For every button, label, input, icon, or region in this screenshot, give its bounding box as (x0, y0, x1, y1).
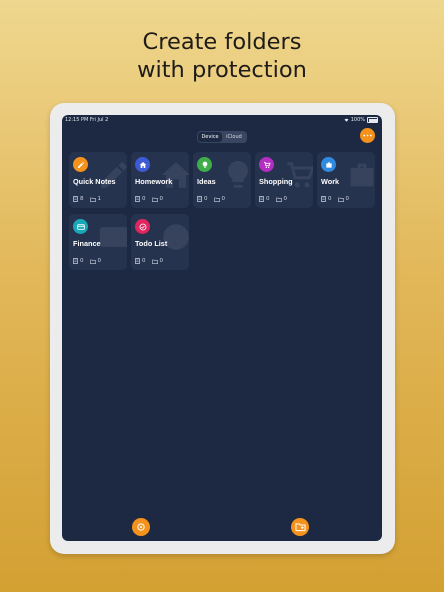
subfolder-count-icon (89, 259, 96, 264)
headline: Create folders with protection (0, 28, 444, 84)
status-right: 100% (344, 117, 378, 123)
subfolder-count: 0 (345, 196, 350, 202)
credit-card-watermark-icon (99, 227, 127, 247)
storage-segmented-control: Device iCloud (197, 131, 247, 143)
note-count-icon (321, 196, 326, 202)
segment-icloud[interactable]: iCloud (222, 132, 246, 142)
folder-counts: 0 0 (321, 196, 349, 202)
note-count-icon (135, 196, 140, 202)
note-count: 0 (142, 258, 146, 264)
lightbulb-watermark-icon (228, 160, 248, 188)
note-count-icon (197, 196, 202, 202)
headline-line-2: with protection (137, 57, 307, 83)
home-icon (135, 157, 150, 172)
subfolder-count: 0 (159, 196, 164, 202)
folder-title: Homework (135, 177, 173, 186)
subfolder-count-icon (337, 197, 344, 202)
subfolder-count-icon (151, 197, 158, 202)
tablet-frame: 12:15 PM Fri Jul 2 100% Device iCloud Qu… (50, 103, 395, 554)
note-count-icon (259, 196, 264, 202)
subfolder-count-icon (89, 197, 96, 202)
note-count: 0 (204, 196, 208, 202)
note-count: 0 (80, 258, 84, 264)
folder-card-work[interactable]: Work 0 0 (317, 152, 375, 208)
check-circle-watermark-icon (163, 224, 189, 250)
check-circle-icon (135, 219, 150, 234)
pencil-watermark-icon (101, 162, 127, 188)
segment-device[interactable]: Device (198, 132, 222, 142)
note-count: 0 (266, 196, 270, 202)
gear-icon (137, 523, 145, 531)
subfolder-count: 0 (283, 196, 288, 202)
battery-icon (367, 117, 378, 123)
battery-percent: 100% (350, 117, 365, 123)
credit-card-icon (73, 219, 88, 234)
folder-counts: 0 0 (259, 196, 287, 202)
cart-icon (259, 157, 274, 172)
folder-counts: 0 0 (135, 258, 163, 264)
subfolder-count-icon (151, 259, 158, 264)
folder-title: Finance (73, 239, 101, 248)
note-count-icon (73, 258, 78, 264)
subfolder-count: 0 (97, 258, 102, 264)
folder-title: Work (321, 177, 340, 186)
subfolder-count-icon (213, 197, 220, 202)
folder-counts: 0 0 (73, 258, 101, 264)
lightbulb-icon (197, 157, 212, 172)
note-count-icon (73, 196, 78, 202)
note-count: 0 (142, 196, 146, 202)
more-options-button[interactable] (360, 128, 375, 143)
ellipsis-icon (363, 134, 372, 137)
folder-title: Todo List (135, 239, 168, 248)
folder-counts: 0 0 (197, 196, 225, 202)
home-watermark-icon (161, 162, 189, 188)
folder-card-ideas[interactable]: Ideas 0 0 (193, 152, 251, 208)
note-count: 0 (328, 196, 332, 202)
note-count-icon (135, 258, 140, 264)
folder-counts: 0 0 (135, 196, 163, 202)
folder-counts: 8 1 (73, 196, 101, 202)
subfolder-count: 0 (221, 196, 226, 202)
cart-watermark-icon (287, 162, 313, 188)
settings-button[interactable] (132, 518, 150, 536)
folder-title: Quick Notes (73, 177, 116, 186)
folder-card-homework[interactable]: Homework 0 0 (131, 152, 189, 208)
app-screen: 12:15 PM Fri Jul 2 100% Device iCloud Qu… (62, 115, 382, 541)
status-time-date: 12:15 PM Fri Jul 2 (65, 117, 109, 123)
folder-title: Shopping (259, 177, 293, 186)
new-folder-button[interactable] (291, 518, 309, 536)
folder-card-finance[interactable]: Finance 0 0 (69, 214, 127, 270)
briefcase-watermark-icon (350, 163, 374, 187)
wifi-icon (344, 118, 349, 122)
status-bar: 12:15 PM Fri Jul 2 100% (62, 115, 382, 125)
briefcase-icon (321, 157, 336, 172)
subfolder-count-icon (275, 197, 282, 202)
folder-card-quick-notes[interactable]: Quick Notes 8 1 (69, 152, 127, 208)
headline-line-1: Create folders (142, 29, 302, 55)
subfolder-count: 1 (97, 196, 102, 202)
subfolder-count: 0 (159, 258, 164, 264)
note-count: 8 (80, 196, 84, 202)
folder-title: Ideas (197, 177, 216, 186)
folder-add-icon (294, 523, 306, 532)
pencil-icon (73, 157, 88, 172)
folder-card-todo-list[interactable]: Todo List 0 0 (131, 214, 189, 270)
folder-card-shopping[interactable]: Shopping 0 0 (255, 152, 313, 208)
